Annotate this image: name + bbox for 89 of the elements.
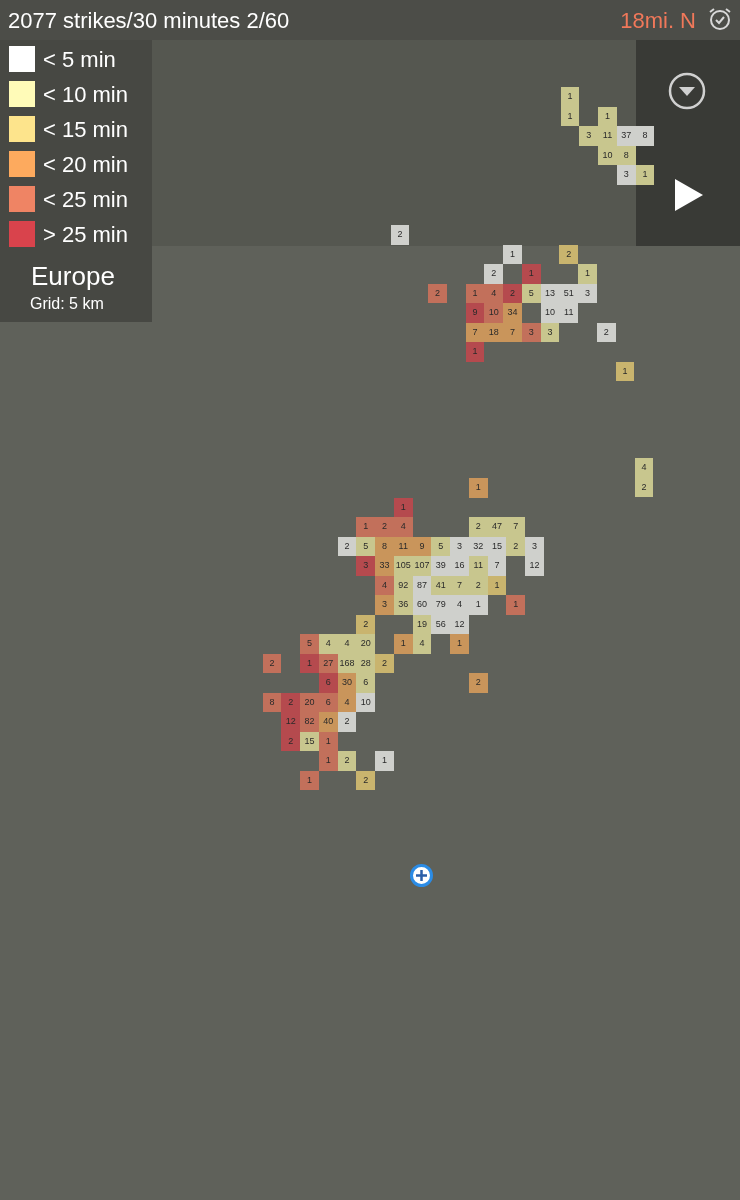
strike-count-cell: 5	[431, 536, 451, 557]
legend-label: < 20 min	[43, 150, 128, 179]
strike-count-cell: 2	[428, 283, 447, 304]
strike-count-cell: 1	[503, 244, 522, 265]
strike-count-cell: 7	[450, 575, 469, 596]
strike-count-cell: 10	[540, 303, 560, 323]
strike-count-cell: 1	[300, 653, 319, 674]
strike-count-cell: 2	[634, 477, 654, 498]
legend-label: > 25 min	[43, 220, 128, 249]
strike-count-cell: 1	[393, 497, 413, 518]
strike-count-cell: 8	[375, 536, 394, 557]
strike-count-cell: 2	[484, 264, 504, 284]
strike-count-cell: 1	[465, 342, 485, 362]
strike-count-cell: 3	[375, 595, 394, 615]
strike-count-cell: 16	[450, 556, 469, 576]
strike-count-cell: 3	[579, 126, 599, 146]
strike-count-cell: 20	[356, 634, 376, 654]
strike-count-cell: 6	[356, 673, 376, 693]
strike-count-cell: 4	[375, 575, 394, 596]
strike-count-cell: 4	[634, 458, 654, 478]
strike-count-cell: 10	[598, 145, 617, 166]
strike-count-cell: 1	[468, 478, 488, 498]
play-icon[interactable]	[674, 178, 704, 212]
dropdown-icon[interactable]	[668, 72, 706, 110]
strike-count-cell: 11	[559, 303, 579, 323]
strike-summary: 2077 strikes/30 minutes 2/60	[8, 6, 290, 35]
strike-count-cell: 1	[506, 595, 526, 615]
strike-count-cell: 1	[521, 264, 541, 284]
strike-count-cell: 9	[465, 303, 485, 323]
strike-count-cell: 1	[318, 751, 338, 771]
strike-count-cell: 2	[337, 536, 357, 557]
strike-count-cell: 2	[375, 517, 394, 537]
strike-count-cell: 2	[596, 322, 616, 343]
strike-count-cell: 2	[356, 770, 376, 791]
strike-count-cell: 3	[450, 536, 469, 557]
strike-count-cell: 79	[431, 595, 451, 615]
strike-count-cell: 8	[262, 692, 282, 713]
distance-direction: 18mi. N	[620, 6, 696, 35]
strike-count-cell: 2	[503, 283, 522, 304]
strike-count-cell: 1	[578, 264, 597, 284]
strike-count-cell: 33	[375, 556, 394, 576]
strike-count-cell: 4	[450, 595, 469, 615]
strike-count-cell: 1	[598, 106, 617, 127]
strike-count-cell: 3	[525, 536, 544, 557]
legend-label: < 15 min	[43, 115, 128, 144]
strike-count-cell: 2	[390, 225, 410, 245]
strike-count-cell: 1	[560, 106, 580, 127]
legend-label: < 5 min	[43, 45, 116, 74]
strike-count-cell: 5	[300, 634, 319, 654]
region-label: Europe	[31, 260, 115, 293]
strike-count-cell: 7	[465, 322, 485, 343]
strike-count-cell: 3	[356, 556, 376, 576]
strike-count-cell: 6	[318, 673, 338, 693]
strike-count-cell: 2	[468, 517, 488, 537]
strike-count-cell: 2	[468, 673, 488, 693]
strike-count-cell: 12	[281, 712, 301, 732]
strike-count-cell: 10	[484, 303, 504, 323]
strike-count-cell: 1	[465, 283, 485, 304]
strike-count-cell: 3	[616, 165, 636, 185]
strike-count-cell: 2	[356, 614, 376, 635]
location-marker-icon	[410, 864, 433, 887]
strike-count-cell: 15	[300, 731, 319, 752]
strike-count-cell: 1	[375, 751, 394, 771]
strike-count-cell: 20	[300, 692, 319, 713]
strike-count-cell: 1	[393, 634, 413, 654]
legend-label: < 25 min	[43, 185, 128, 214]
strike-count-cell: 2	[559, 244, 579, 265]
strike-count-cell: 1	[615, 361, 635, 382]
map-background[interactable]	[0, 0, 740, 1200]
strike-count-cell: 1	[560, 87, 580, 107]
strike-count-cell: 2	[262, 653, 282, 674]
alarm-clock-icon[interactable]	[707, 6, 733, 32]
strike-count-cell: 1	[300, 770, 319, 791]
strike-count-cell: 1	[356, 517, 376, 537]
strike-count-cell: 7	[506, 517, 526, 537]
strike-count-cell: 82	[300, 712, 319, 732]
legend-label: < 10 min	[43, 80, 128, 109]
strike-count-cell: 3	[578, 283, 597, 304]
strike-count-cell: 39	[431, 556, 451, 576]
strike-count-cell: 12	[450, 614, 469, 635]
strike-count-cell: 7	[503, 322, 522, 343]
strike-count-cell: 1	[450, 634, 469, 654]
grid-size-label: Grid: 5 km	[30, 294, 104, 314]
strike-count-cell: 34	[503, 303, 522, 323]
strike-count-cell: 11	[598, 126, 617, 146]
strike-count-cell: 12	[525, 556, 544, 576]
strike-count-cell: 51	[559, 283, 579, 304]
strike-count-cell: 2	[375, 653, 394, 674]
strike-count-cell: 2	[281, 692, 301, 713]
